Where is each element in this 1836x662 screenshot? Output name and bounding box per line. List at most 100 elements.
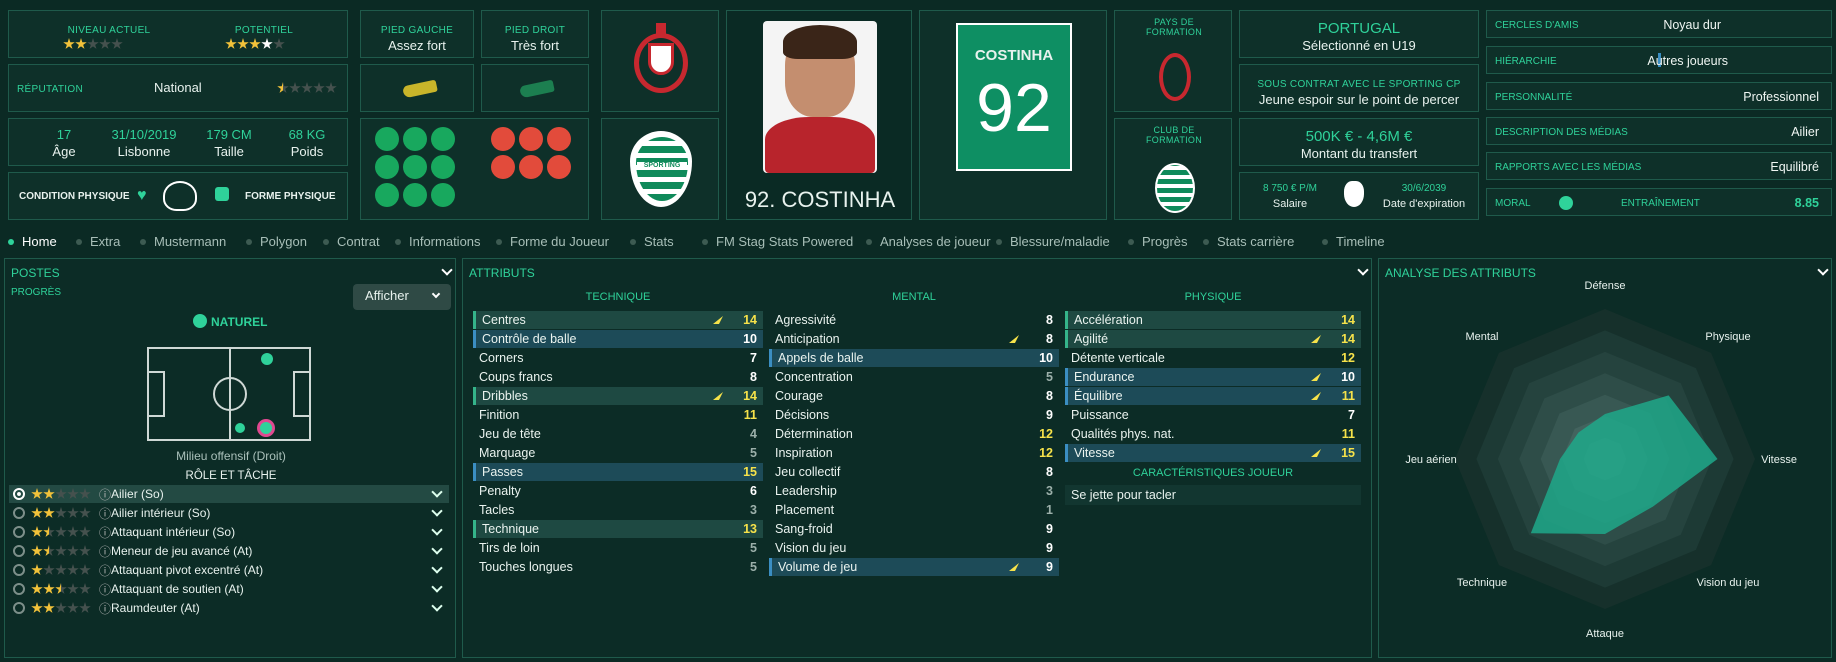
radio-button[interactable] (13, 526, 25, 538)
attribute-row[interactable]: Vision du jeu 9 (769, 539, 1059, 557)
star-icon (55, 526, 67, 537)
nation-crest-panel (601, 10, 719, 112)
selected-position-dot[interactable] (257, 419, 275, 437)
attribute-row[interactable]: Endurance 10 (1065, 368, 1361, 386)
attribute-row[interactable]: Accélération 14 (1065, 311, 1361, 329)
tab-8[interactable]: FM Stag Stats Powered (702, 234, 853, 249)
role-row[interactable]: ⓘ Meneur de jeu avancé (At) (9, 542, 449, 560)
tab-0[interactable]: Home (8, 234, 57, 249)
progress-link[interactable]: PROGRÈS (11, 287, 61, 298)
role-row[interactable]: ⓘ Attaquant de soutien (At) (9, 580, 449, 598)
attribute-row[interactable]: Contrôle de balle 10 (473, 330, 763, 348)
attribute-row[interactable]: Penalty 6 (473, 482, 763, 500)
chevron-down-icon[interactable] (431, 600, 443, 612)
trait-icon[interactable] (431, 183, 455, 207)
attribute-row[interactable]: Concentration 5 (769, 368, 1059, 386)
radio-button[interactable] (13, 545, 25, 557)
trait-icon[interactable] (547, 155, 571, 179)
trait-icon[interactable] (375, 127, 399, 151)
attribute-row[interactable]: Coups francs 8 (473, 368, 763, 386)
tab-3[interactable]: Polygon (246, 234, 307, 249)
attribute-row[interactable]: Puissance 7 (1065, 406, 1361, 424)
tab-9[interactable]: Analyses de joueur (866, 234, 991, 249)
attribute-row[interactable]: Agressivité 8 (769, 311, 1059, 329)
trait-icon[interactable] (431, 127, 455, 151)
attribute-row[interactable]: Tacles 3 (473, 501, 763, 519)
attribute-row[interactable]: Passes 15 (473, 463, 763, 481)
attribute-row[interactable]: Qualités phys. nat. 11 (1065, 425, 1361, 443)
trait-icon[interactable] (431, 155, 455, 179)
positions-title: POSTES (11, 266, 60, 280)
attribute-row[interactable]: Détermination 12 (769, 425, 1059, 443)
chevron-down-icon[interactable] (431, 543, 443, 555)
trait-icon[interactable] (403, 127, 427, 151)
chevron-down-icon[interactable] (431, 581, 443, 593)
chevron-down-icon[interactable] (431, 562, 443, 574)
tab-6[interactable]: Forme du Joueur (496, 234, 609, 249)
chevron-down-icon[interactable] (1357, 264, 1369, 276)
attribute-row[interactable]: Marquage 5 (473, 444, 763, 462)
attribute-row[interactable]: Touches longues 5 (473, 558, 763, 576)
tab-11[interactable]: Progrès (1128, 234, 1188, 249)
tab-13[interactable]: Timeline (1322, 234, 1385, 249)
role-row[interactable]: ⓘ Ailier intérieur (So) (9, 504, 449, 522)
attribute-row[interactable]: Sang-froid 9 (769, 520, 1059, 538)
attribute-row[interactable]: Vitesse 15 (1065, 444, 1361, 462)
attribute-row[interactable]: Appels de balle 10 (769, 349, 1059, 367)
trait-icon[interactable] (375, 155, 399, 179)
tab-5[interactable]: Informations (395, 234, 481, 249)
radio-button[interactable] (13, 507, 25, 519)
trait-icon[interactable] (547, 127, 571, 151)
tab-4[interactable]: Contrat (323, 234, 380, 249)
money-bag-icon (1344, 181, 1364, 207)
attribute-row[interactable]: Finition 11 (473, 406, 763, 424)
tab-10[interactable]: Blessure/maladie (996, 234, 1110, 249)
attribute-row[interactable]: Placement 1 (769, 501, 1059, 519)
trait-icon[interactable] (491, 127, 515, 151)
attribute-row[interactable]: Agilité 14 (1065, 330, 1361, 348)
trait-icon[interactable] (375, 183, 399, 207)
position-dot[interactable] (261, 353, 273, 365)
show-button[interactable]: Afficher (353, 284, 451, 310)
radio-button[interactable] (13, 602, 25, 614)
attribute-row[interactable]: Dribbles 14 (473, 387, 763, 405)
attribute-row[interactable]: Technique 13 (473, 520, 763, 538)
arrow-up-icon (1311, 373, 1321, 381)
tab-12[interactable]: Stats carrière (1203, 234, 1294, 249)
trait-icon[interactable] (491, 155, 515, 179)
role-row[interactable]: ⓘ Attaquant pivot excentré (At) (9, 561, 449, 579)
attribute-row[interactable]: Inspiration 12 (769, 444, 1059, 462)
attribute-row[interactable]: Leadership 3 (769, 482, 1059, 500)
position-dot[interactable] (235, 423, 245, 433)
attribute-row[interactable]: Anticipation 8 (769, 330, 1059, 348)
tab-7[interactable]: Stats (630, 234, 674, 249)
role-row[interactable]: ⓘ Ailier (So) (9, 485, 449, 503)
attribute-row[interactable]: Centres 14 (473, 311, 763, 329)
chevron-down-icon[interactable] (441, 264, 453, 276)
trait-icon[interactable] (403, 155, 427, 179)
radio-button[interactable] (13, 564, 25, 576)
attribute-row[interactable]: Décisions 9 (769, 406, 1059, 424)
attribute-row[interactable]: Volume de jeu 9 (769, 558, 1059, 576)
radio-button[interactable] (13, 488, 25, 500)
attribute-row[interactable]: Jeu collectif 8 (769, 463, 1059, 481)
role-row[interactable]: ⓘ Attaquant intérieur (So) (9, 523, 449, 541)
trait-icon[interactable] (519, 127, 543, 151)
attribute-row[interactable]: Jeu de tête 4 (473, 425, 763, 443)
role-row[interactable]: ⓘ Raumdeuter (At) (9, 599, 449, 617)
attribute-row[interactable]: Tirs de loin 5 (473, 539, 763, 557)
tab-1[interactable]: Extra (76, 234, 120, 249)
attribute-row[interactable]: Équilibre 11 (1065, 387, 1361, 405)
chevron-down-icon[interactable] (431, 486, 443, 498)
chevron-down-icon[interactable] (431, 524, 443, 536)
radio-button[interactable] (13, 583, 25, 595)
attribute-row[interactable]: Détente verticale 12 (1065, 349, 1361, 367)
trait-icon[interactable] (519, 155, 543, 179)
trait-icon[interactable] (403, 183, 427, 207)
attribute-row[interactable]: Corners 7 (473, 349, 763, 367)
attribute-row[interactable]: Courage 8 (769, 387, 1059, 405)
chevron-down-icon[interactable] (431, 505, 443, 517)
tab-2[interactable]: Mustermann (140, 234, 226, 249)
star-icon (67, 583, 79, 594)
trait-item[interactable]: Se jette pour tacler (1065, 485, 1361, 505)
